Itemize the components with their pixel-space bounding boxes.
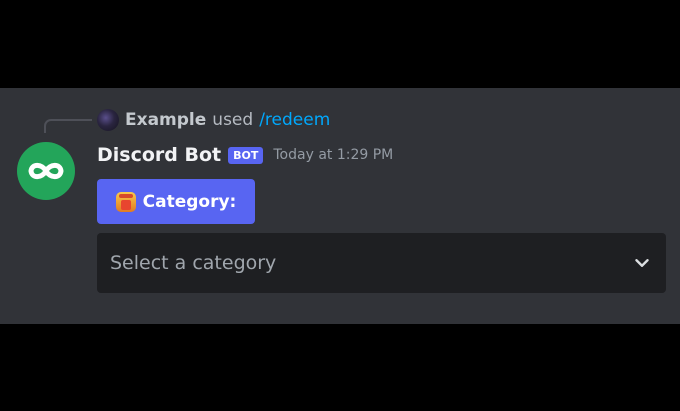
- reply-used-text: used: [212, 110, 254, 130]
- avatar[interactable]: [17, 142, 75, 200]
- chevron-down-icon: [635, 259, 649, 267]
- author-name[interactable]: Discord Bot: [97, 144, 221, 166]
- infinity-icon: [28, 162, 64, 180]
- reply-command[interactable]: /redeem: [259, 110, 330, 130]
- category-button-label: Category:: [142, 191, 237, 212]
- category-select[interactable]: Select a category: [97, 233, 666, 293]
- message-panel: Example used /redeem Discord Bot BOT Tod…: [0, 88, 680, 324]
- category-button[interactable]: Category:: [97, 179, 255, 224]
- bot-badge: BOT: [228, 146, 264, 164]
- message-header: Discord Bot BOT Today at 1:29 PM: [97, 142, 393, 168]
- reply-username[interactable]: Example: [125, 110, 206, 130]
- reply-context[interactable]: Example used /redeem: [97, 108, 330, 132]
- select-placeholder: Select a category: [110, 252, 277, 274]
- timestamp: Today at 1:29 PM: [273, 147, 394, 163]
- reply-avatar[interactable]: [97, 109, 119, 131]
- box-emoji-icon: [115, 191, 136, 212]
- reply-connector: [44, 119, 92, 133]
